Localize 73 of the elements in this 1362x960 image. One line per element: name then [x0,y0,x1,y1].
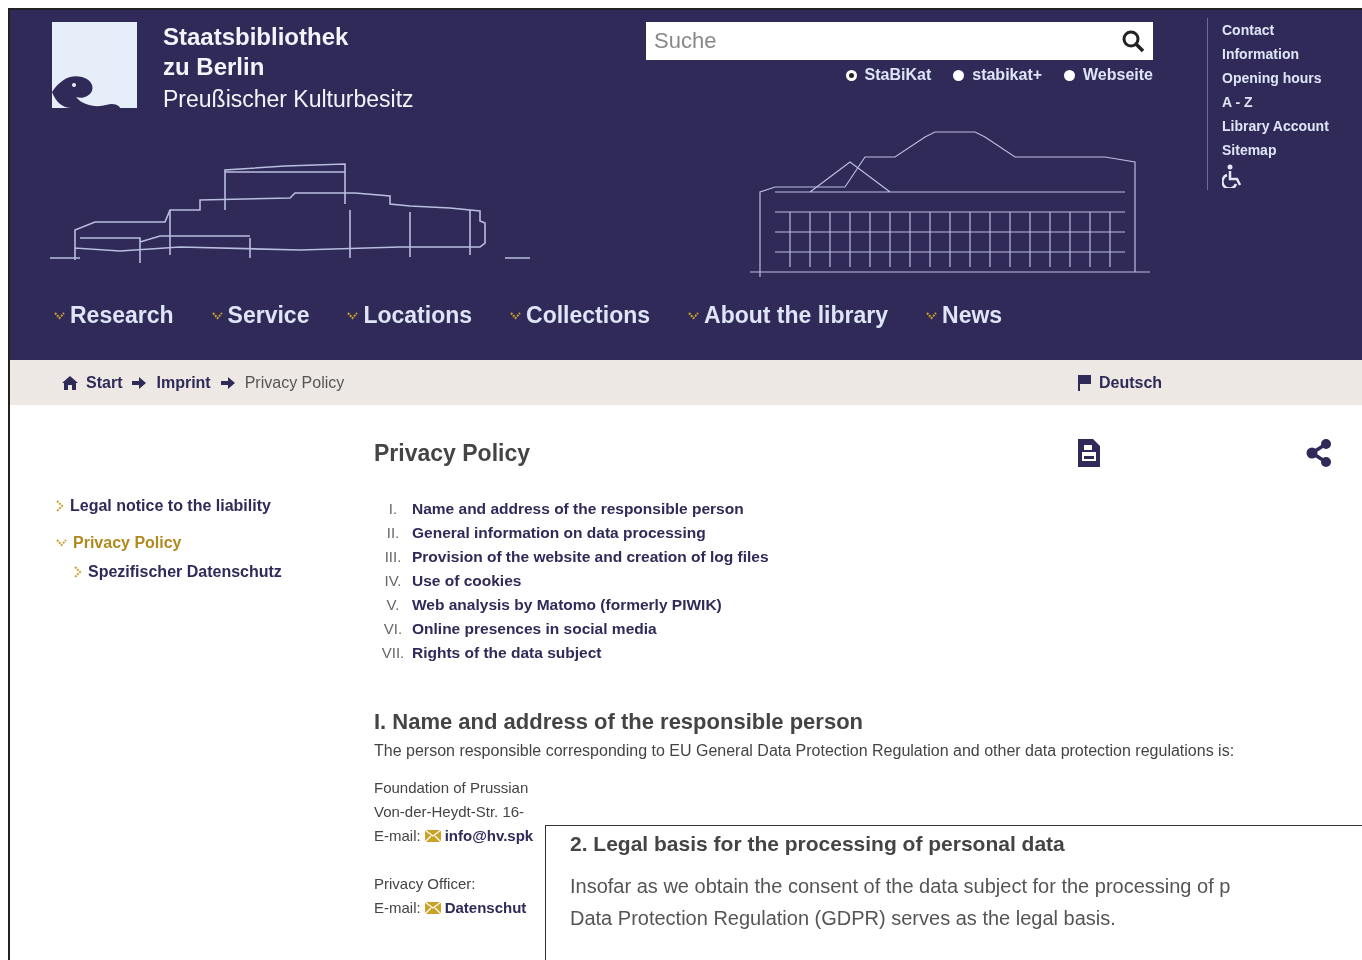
search-scope-radio[interactable]: StaBiKat [845,66,932,84]
toc-numeral: VII. [380,643,406,663]
arrow-right-icon [220,376,235,389]
popup-text: Insofar as we obtain the consent of the data subject for the processing of p [570,874,1232,899]
main-nav-link[interactable]: Locations [347,302,473,329]
flag-icon [1078,374,1091,391]
search-field[interactable]: Suche [646,22,1153,60]
share-icon [1306,439,1332,467]
print-button[interactable] [1078,439,1100,467]
language-link[interactable]: Deutsch [1078,373,1163,392]
section-paragraph: The person responsible corresponding to EU General Data Protection Regulation and other data protection regulations is: [374,741,1236,761]
email-link[interactable]: Datenschut [444,896,527,920]
search-scope-radio[interactable]: stabikat+ [953,66,1043,84]
chevron-down-icon [510,311,522,320]
email-label: E-mail: [374,826,421,846]
sidebar-link[interactable]: Legal notice to the liability [56,497,374,515]
email-label: E-mail: [374,898,421,918]
chevron-down-icon [56,539,67,547]
home-icon [62,375,78,390]
sidebar-link[interactable]: Spezifischer Datenschutz [74,563,374,581]
main-nav-link[interactable]: Research [54,302,174,329]
utility-link[interactable]: A - Z [1222,92,1329,112]
toc-link[interactable]: Name and address of the responsible person [412,499,769,519]
utility-link[interactable]: Sitemap [1222,140,1329,160]
chevron-right-icon [74,566,82,578]
toc-link[interactable]: General information on data processing [412,523,769,543]
main-nav-link[interactable]: About the library [688,302,889,329]
popup-heading: 2. Legal basis for the processing of personal data [570,832,1066,856]
toc-numeral: IV. [383,571,403,591]
page-title: Privacy Policy [374,439,531,467]
address-line: Von-der-Heydt-Str. 16- [374,802,525,822]
chevron-down-icon [347,311,359,320]
toc-link[interactable]: Provision of the website and creation of log files [412,547,769,567]
share-button[interactable] [1306,439,1332,467]
search-scope-radio[interactable]: Webseite [1064,66,1153,84]
main-nav-link[interactable]: Collections [510,302,651,329]
chevron-down-icon [688,311,700,320]
utility-link[interactable]: Library Account [1222,116,1329,136]
toc-link[interactable]: Online presences in social media [412,619,769,639]
toc-numeral: V. [385,595,401,615]
chevron-down-icon [211,311,223,320]
envelope-icon [424,902,441,914]
main-nav-link[interactable]: Service [211,302,310,329]
chevron-down-icon [54,311,65,320]
popup-text: Data Protection Regulation (GDPR) serves as the legal basis. [570,906,1117,931]
address-line: Privacy Officer: [374,874,476,894]
breadcrumb-link[interactable]: Imprint [156,373,211,392]
utility-link[interactable]: Information [1222,44,1329,64]
envelope-icon [424,830,441,842]
toc-numeral: II. [385,523,401,543]
breadcrumb-link[interactable]: Start [62,373,123,392]
arrow-right-icon [132,376,147,389]
chevron-right-icon [56,500,64,512]
toc-numeral: III. [383,547,403,567]
address-line: Foundation of Prussian [374,778,529,798]
library-name: Staatsbibliothek [163,22,350,52]
utility-link[interactable]: Contact [1222,20,1329,40]
toc-numeral: VI. [382,619,404,639]
toc-link[interactable]: Rights of the data subject [412,643,769,663]
toc-numeral: I. [387,499,399,519]
toc-link[interactable]: Use of cookies [412,571,769,591]
utility-link[interactable]: Opening hours [1222,68,1329,88]
accessibility-icon[interactable] [1222,164,1244,188]
breadcrumb-current: Privacy Policy [244,373,345,392]
search-icon [1121,29,1145,53]
library-name: zu Berlin [163,52,266,82]
main-nav-link[interactable]: News [926,302,1003,329]
section-heading: I. Name and address of the responsible person [374,709,865,735]
library-subtitle: Preußischer Kulturbesitz [163,85,414,114]
chevron-down-icon [926,311,938,320]
toc-link[interactable]: Web analysis by Matomo (formerly PIWIK) [412,595,769,615]
email-link[interactable]: info@hv.spk [444,824,534,848]
print-icon [1078,439,1100,467]
